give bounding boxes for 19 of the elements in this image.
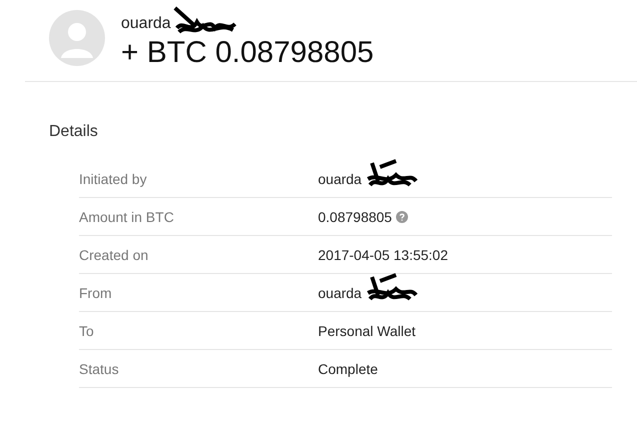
field-value: 2017-04-05 13:55:02 xyxy=(318,246,448,262)
field-value: ouarda xyxy=(318,170,362,186)
help-icon[interactable] xyxy=(396,210,408,222)
field-label: Amount in BTC xyxy=(79,208,175,224)
field-label: Created on xyxy=(79,246,150,262)
field-value: Complete xyxy=(318,360,378,376)
avatar-icon xyxy=(49,10,105,66)
scribble-drawing xyxy=(366,272,418,302)
section-title: Details xyxy=(49,122,99,142)
user-name: ouarda xyxy=(121,14,171,34)
transaction-amount: + BTC 0.08798805 xyxy=(121,36,374,70)
field-label: To xyxy=(79,322,95,338)
field-value: Personal Wallet xyxy=(318,322,416,338)
field-label: Status xyxy=(79,360,120,376)
field-value: ouarda xyxy=(318,284,362,300)
field-value: 0.08798805 xyxy=(318,208,392,224)
field-label: Initiated by xyxy=(79,170,148,186)
field-label: From xyxy=(79,284,113,300)
scribble-drawing xyxy=(366,158,418,188)
